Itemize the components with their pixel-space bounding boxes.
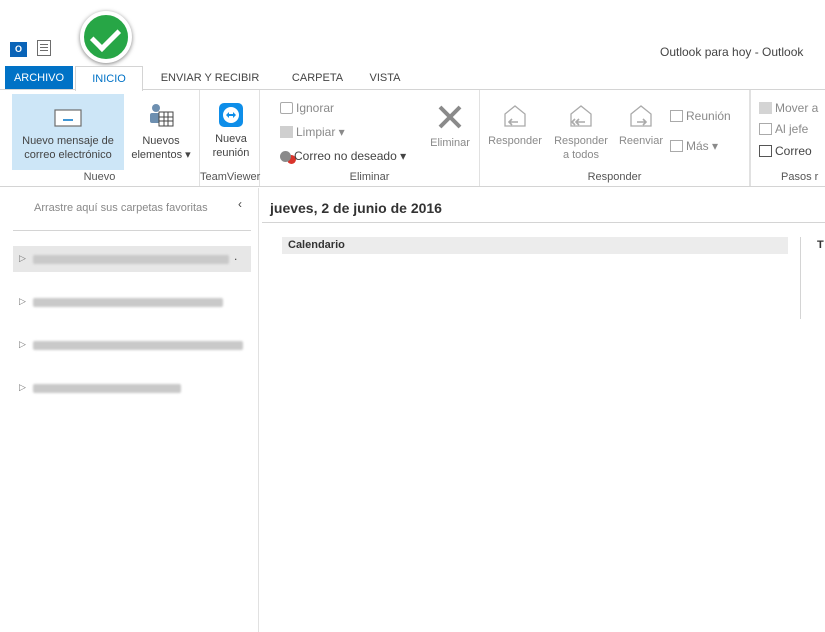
date-divider xyxy=(262,222,825,223)
group-label-nuevo: Nuevo xyxy=(83,171,116,183)
quickstep-boss-button[interactable]: Al jefe xyxy=(759,121,808,137)
calendar-label: Calendario xyxy=(288,239,345,251)
delete-x-icon xyxy=(438,105,462,129)
outlook-window: O Outlook para hoy - Outlook ARCHIVO INI… xyxy=(0,0,825,632)
reply-all-label-2: a todos xyxy=(562,149,600,161)
quick-access-icon[interactable] xyxy=(37,40,51,56)
expand-triangle-icon: ▷ xyxy=(19,253,26,263)
new-email-button[interactable]: Nuevo mensaje de correo electrónico xyxy=(12,94,124,170)
junk-icon xyxy=(280,151,291,162)
quickstep-boss-label: Al jefe xyxy=(775,122,809,136)
clean-up-icon xyxy=(280,126,293,138)
group-eliminar: Ignorar Limpiar ▾ Correo no deseado ▾ El… xyxy=(260,90,480,186)
favorites-separator xyxy=(13,230,251,231)
junk-button[interactable]: Correo no deseado ▾ xyxy=(280,148,406,164)
reply-all-icon xyxy=(570,105,592,127)
group-label-teamviewer: TeamViewer xyxy=(200,171,261,183)
title-bar: O Outlook para hoy - Outlook xyxy=(0,0,825,66)
tab-archivo[interactable]: ARCHIVO xyxy=(5,66,73,90)
clean-up-button[interactable]: Limpiar ▾ xyxy=(280,124,345,140)
tab-carpeta[interactable]: CARPETA xyxy=(280,66,355,90)
to-boss-icon xyxy=(759,123,772,135)
reply-button[interactable]: Responder xyxy=(484,94,546,170)
tasks-column: T xyxy=(800,237,825,319)
expand-triangle-icon: ▷ xyxy=(19,339,26,349)
forward-label: Reenviar xyxy=(618,135,664,147)
group-label-responder: Responder xyxy=(587,171,642,183)
group-label-eliminar: Eliminar xyxy=(349,171,390,183)
reply-all-button[interactable]: Responder a todos xyxy=(548,94,614,170)
expand-triangle-icon: ▷ xyxy=(19,296,26,306)
account-folder-3[interactable]: ▷ xyxy=(13,332,251,358)
window-title: Outlook para hoy - Outlook xyxy=(660,45,804,59)
account-folder-2[interactable]: ▷ xyxy=(13,289,251,315)
new-items-icon xyxy=(150,104,174,127)
teamviewer-meeting-button[interactable]: Nueva reunión xyxy=(204,94,258,170)
quickstep-move-button[interactable]: Mover a xyxy=(759,100,818,116)
green-checkmark-icon xyxy=(80,11,132,63)
teamviewer-label-2: reunión xyxy=(212,147,250,159)
clean-up-label: Limpiar ▾ xyxy=(296,125,345,139)
tab-enviar-y-recibir[interactable]: ENVIAR Y RECIBIR xyxy=(150,66,270,90)
expand-triangle-icon: ▷ xyxy=(19,382,26,392)
forward-icon xyxy=(630,105,652,127)
meeting-reply-button[interactable]: Reunión xyxy=(670,108,731,124)
account-folder-4[interactable]: ▷ xyxy=(13,375,251,401)
move-icon xyxy=(759,102,772,114)
meeting-icon xyxy=(670,110,683,122)
email-icon xyxy=(759,145,772,157)
calendar-section-header[interactable]: Calendario xyxy=(282,237,788,254)
teamviewer-label-1: Nueva xyxy=(215,133,247,145)
new-items-label-2: elementos ▾ xyxy=(131,149,191,161)
redacted-account-name xyxy=(33,384,181,393)
today-date-header: jueves, 2 de junio de 2016 xyxy=(270,200,442,216)
more-label: Más ▾ xyxy=(686,139,719,153)
new-email-label-1: Nuevo mensaje de xyxy=(22,135,114,147)
redacted-account-name xyxy=(33,255,229,264)
folder-pane: Arrastre aquí sus carpetas favoritas ‹ ▷… xyxy=(0,188,259,632)
reply-all-label-1: Responder xyxy=(554,135,608,147)
more-button[interactable]: Más ▾ xyxy=(670,138,718,154)
tab-vista[interactable]: VISTA xyxy=(360,66,410,90)
redacted-account-name xyxy=(33,298,223,307)
redacted-account-name xyxy=(33,341,243,350)
more-icon xyxy=(670,140,683,152)
tasks-column-initial: T xyxy=(817,239,824,251)
junk-label: Correo no deseado ▾ xyxy=(294,149,407,163)
group-label-pasos: Pasos r xyxy=(781,171,819,183)
collapse-pane-icon[interactable]: ‹ xyxy=(238,197,242,211)
new-items-button[interactable]: Nuevos elementos ▾ xyxy=(125,94,197,170)
favorites-hint: Arrastre aquí sus carpetas favoritas xyxy=(34,202,208,214)
delete-button[interactable]: Eliminar xyxy=(424,94,476,170)
teamviewer-icon xyxy=(219,103,243,127)
group-teamviewer: Nueva reunión TeamViewer xyxy=(200,90,260,186)
forward-button[interactable]: Reenviar xyxy=(616,94,666,170)
ignore-icon xyxy=(280,102,293,114)
quickstep-email-label: Correo xyxy=(775,144,812,158)
tab-inicio[interactable]: INICIO xyxy=(75,66,143,91)
ignore-button[interactable]: Ignorar xyxy=(280,100,334,116)
account-trailing-dot: . xyxy=(234,249,238,263)
delete-label: Eliminar xyxy=(430,137,470,149)
ignore-label: Ignorar xyxy=(296,101,335,115)
outlook-app-icon[interactable]: O xyxy=(10,42,27,57)
group-pasos-rapidos: Mover a Al jefe Correo Pasos r xyxy=(750,90,825,186)
new-items-label-1: Nuevos xyxy=(142,135,180,147)
group-responder: Responder Responder a todos Reenviar Reu… xyxy=(480,90,750,186)
quickstep-email-button[interactable]: Correo xyxy=(759,143,812,159)
new-email-label-2: correo electrónico xyxy=(24,149,112,161)
account-folder-1[interactable]: ▷ . xyxy=(13,246,251,272)
ribbon: Nuevo mensaje de correo electrónico Nuev… xyxy=(0,89,825,187)
ribbon-tabs: ARCHIVO INICIO ENVIAR Y RECIBIR CARPETA … xyxy=(0,66,825,91)
reply-label: Responder xyxy=(488,135,542,147)
group-nuevo: Nuevo mensaje de correo electrónico Nuev… xyxy=(0,90,200,186)
meeting-label: Reunión xyxy=(686,109,731,123)
reply-icon xyxy=(504,105,526,127)
quickstep-move-label: Mover a xyxy=(775,101,819,115)
envelope-icon xyxy=(54,109,82,127)
